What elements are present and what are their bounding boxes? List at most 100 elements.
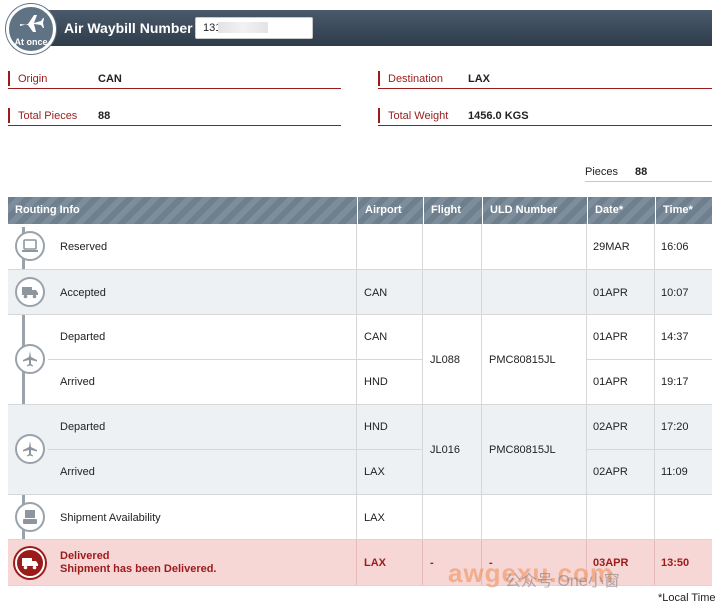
row-separator [48, 449, 356, 450]
header-date: Date* [587, 197, 655, 224]
column-divider [356, 495, 357, 539]
row-separator [586, 359, 712, 360]
date-cell: 01APR [593, 331, 628, 343]
column-divider [481, 495, 482, 539]
header-flight: Flight [423, 197, 482, 224]
total-pieces-field: Total Pieces 88 [8, 106, 341, 126]
pieces-value: 88 [635, 166, 648, 178]
airplane-logo-icon [20, 15, 44, 32]
column-divider [586, 495, 587, 539]
field-marker [8, 71, 10, 86]
column-divider [481, 224, 482, 269]
column-divider [481, 315, 482, 404]
column-divider [654, 224, 655, 269]
airplane-icon [15, 344, 45, 374]
airport-cell: CAN [364, 331, 388, 343]
date-cell: 02APR [593, 466, 628, 478]
airport-cell: LAX [364, 557, 386, 569]
flight-cell: JL016 [430, 444, 460, 456]
column-divider [356, 540, 357, 585]
airport-cell: HND [364, 421, 388, 433]
airport-cell: LAX [364, 466, 385, 478]
airline-logo: At once [6, 4, 56, 54]
origin-field: Origin CAN [8, 69, 341, 89]
column-divider [654, 270, 655, 314]
airport-cell: LAX [364, 512, 385, 524]
status-text: Accepted [60, 287, 106, 299]
column-divider [586, 224, 587, 269]
awb-redacted-blur [218, 22, 268, 33]
field-marker [8, 108, 10, 123]
date-cell: 02APR [593, 421, 628, 433]
column-divider [422, 540, 423, 585]
row-separator [356, 359, 423, 360]
status-text: Reserved [60, 241, 108, 253]
uld-cell: PMC80815JL [489, 354, 556, 366]
date-cell: 01APR [593, 287, 628, 299]
origin-value: CAN [98, 73, 122, 85]
column-divider [481, 270, 482, 314]
row-separator [48, 359, 356, 360]
destination-label: Destination [388, 73, 444, 85]
package-icon [15, 502, 45, 532]
header-airport: Airport [357, 197, 423, 224]
column-divider [422, 495, 423, 539]
header-routing-info: Routing Info [15, 204, 80, 216]
status-text: Delivered [60, 550, 110, 562]
total-pieces-value: 88 [98, 110, 111, 122]
watermark-text-secondary: 公众号 One小窗 [505, 573, 620, 590]
destination-value: LAX [468, 73, 490, 85]
flight-cell: JL088 [430, 354, 460, 366]
destination-field: Destination LAX [378, 69, 712, 89]
time-cell: 14:37 [661, 331, 689, 343]
total-pieces-label: Total Pieces [18, 110, 78, 122]
pieces-summary: Pieces 88 [585, 162, 712, 182]
pieces-label: Pieces [585, 166, 619, 178]
field-marker [378, 71, 380, 86]
time-cell: 19:17 [661, 376, 689, 388]
header-time: Time* [655, 197, 712, 224]
table-row-availability: Shipment Availability LAX [8, 495, 712, 540]
date-cell: 29MAR [593, 241, 630, 253]
time-cell: 13:50 [661, 557, 690, 569]
origin-label: Origin [18, 73, 48, 85]
status-text: Departed [60, 421, 106, 433]
table-row-flight-jl016: Departed HND JL016 PMC80815JL 02APR 17:2… [8, 405, 712, 495]
column-divider [586, 270, 587, 314]
total-weight-value: 1456.0 KGS [468, 110, 529, 122]
status-text: Arrived [60, 376, 95, 388]
awb-label: Air Waybill Number [64, 20, 193, 36]
time-cell: 11:09 [661, 466, 688, 478]
total-weight-field: Total Weight 1456.0 KGS [378, 106, 712, 126]
table-row-flight-jl088: Departed CAN JL088 PMC80815JL 01APR 14:3… [8, 315, 712, 405]
column-divider [422, 224, 423, 269]
table-header: Routing Info Airport Flight ULD Number D… [8, 197, 712, 224]
row-separator [356, 449, 423, 450]
column-divider [654, 495, 655, 539]
status-text: Departed [60, 331, 106, 343]
column-divider [422, 270, 423, 314]
truck-icon [15, 277, 45, 307]
time-cell: 10:07 [661, 287, 689, 299]
status-detail-text: Shipment has been Delivered. [60, 563, 217, 575]
computer-icon [15, 231, 45, 261]
column-divider [654, 540, 655, 585]
time-cell: 16:06 [661, 241, 689, 253]
uld-cell: PMC80815JL [489, 444, 556, 456]
status-text: Arrived [60, 466, 95, 478]
row-separator [586, 449, 712, 450]
logo-text: At once [14, 37, 48, 47]
table-row-reserved: Reserved 29MAR 16:06 [8, 224, 712, 270]
local-time-note: *Local Time [658, 592, 716, 604]
column-divider [481, 405, 482, 494]
status-text: Shipment Availability [60, 512, 161, 524]
time-cell: 17:20 [661, 421, 689, 433]
table-row-accepted: Accepted CAN 01APR 10:07 [8, 270, 712, 315]
header: At once Air Waybill Number [0, 0, 720, 58]
field-marker [378, 108, 380, 123]
airport-cell: CAN [364, 287, 388, 299]
date-cell: 01APR [593, 376, 628, 388]
header-uld-number: ULD Number [482, 197, 587, 224]
airport-cell: HND [364, 376, 388, 388]
column-divider [356, 224, 357, 269]
